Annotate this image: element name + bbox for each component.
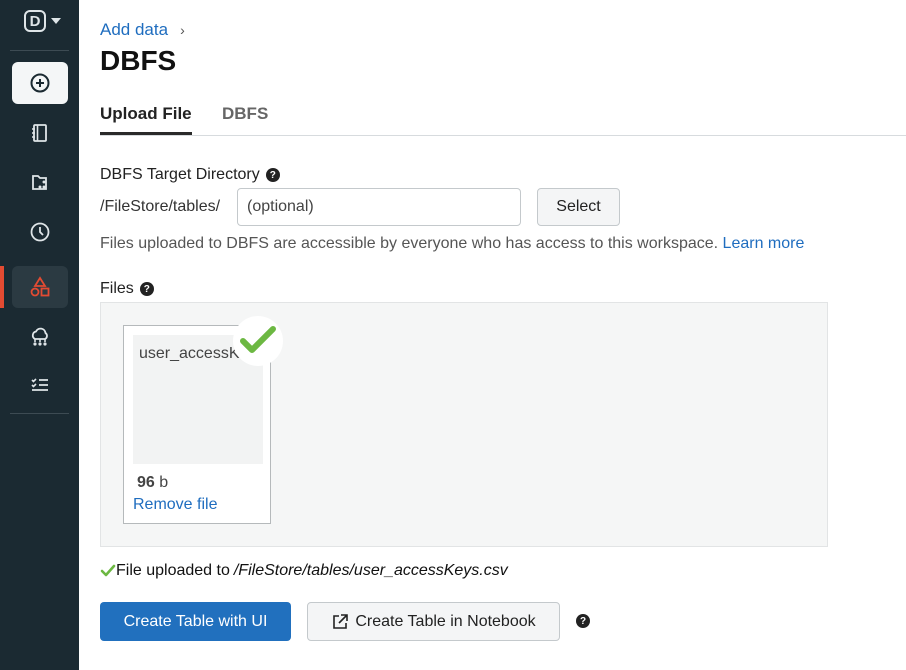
sidebar-item-repos[interactable]	[12, 162, 68, 204]
clock-icon	[30, 222, 50, 242]
checkmark-icon	[240, 326, 276, 353]
sidebar-divider	[10, 50, 69, 51]
help-icon[interactable]: ?	[265, 168, 280, 182]
sidebar-item-data[interactable]	[12, 266, 68, 308]
jobs-list-icon	[31, 378, 48, 391]
sidebar-item-recents[interactable]	[12, 211, 68, 253]
create-table-notebook-button[interactable]: Create Table in Notebook	[307, 602, 560, 641]
files-label: Files ?	[100, 280, 154, 298]
sidebar-item-workspace[interactable]	[12, 112, 68, 154]
access-info-message: Files uploaded to DBFS are accessible by…	[100, 235, 719, 252]
checkmark-icon	[100, 564, 116, 577]
upload-status-text: File uploaded to	[116, 562, 230, 579]
upload-status-path: /FileStore/tables/user_accessKeys.csv	[233, 562, 508, 579]
cluster-icon	[31, 327, 48, 346]
learn-more-link[interactable]: Learn more	[723, 235, 805, 252]
sidebar-divider	[10, 413, 69, 414]
target-directory-label-text: DBFS Target Directory	[100, 166, 260, 183]
file-size-value: 96	[137, 474, 155, 491]
file-size: 96 b	[137, 474, 168, 492]
breadcrumb-add-data-link[interactable]: Add data	[100, 20, 168, 40]
sidebar-item-compute[interactable]	[12, 316, 68, 358]
sidebar-item-create[interactable]	[12, 62, 68, 104]
files-label-text: Files	[100, 280, 134, 297]
breadcrumb: Add data ›	[100, 20, 185, 40]
create-table-notebook-label: Create Table in Notebook	[355, 612, 536, 630]
tab-dbfs[interactable]: DBFS	[222, 104, 268, 135]
workspace-logo-icon: D	[24, 10, 46, 32]
sidebar-item-jobs[interactable]	[12, 364, 68, 406]
workspace-switcher[interactable]: D	[24, 10, 61, 32]
plus-circle-icon	[30, 73, 50, 93]
directory-prefix: /FileStore/tables/	[100, 198, 221, 215]
tab-bar: Upload File DBFS	[100, 104, 906, 136]
help-icon[interactable]: ?	[139, 282, 154, 296]
target-directory-label: DBFS Target Directory ?	[100, 166, 280, 184]
repos-icon	[32, 175, 47, 190]
access-info-text: Files uploaded to DBFS are accessible by…	[100, 235, 804, 253]
external-link-icon	[333, 613, 349, 629]
page-title: DBFS	[100, 45, 177, 76]
remove-file-link[interactable]: Remove file	[133, 496, 217, 514]
file-name: user_accessKe	[139, 345, 249, 362]
upload-status: File uploaded to /FileStore/tables/user_…	[100, 562, 508, 580]
target-directory-input[interactable]	[237, 188, 521, 226]
tab-upload-file[interactable]: Upload File	[100, 104, 192, 135]
help-icon[interactable]: ?	[576, 614, 590, 628]
file-size-unit: b	[159, 474, 169, 491]
data-shapes-icon	[30, 276, 50, 297]
upload-success-badge	[233, 316, 283, 366]
chevron-right-icon: ›	[180, 22, 185, 38]
sidebar: D	[0, 0, 79, 670]
create-table-ui-button[interactable]: Create Table with UI	[100, 602, 291, 641]
sidebar-active-indicator	[0, 266, 4, 308]
chevron-down-icon	[51, 18, 61, 24]
notebook-icon	[32, 124, 47, 142]
select-button[interactable]: Select	[537, 188, 620, 226]
